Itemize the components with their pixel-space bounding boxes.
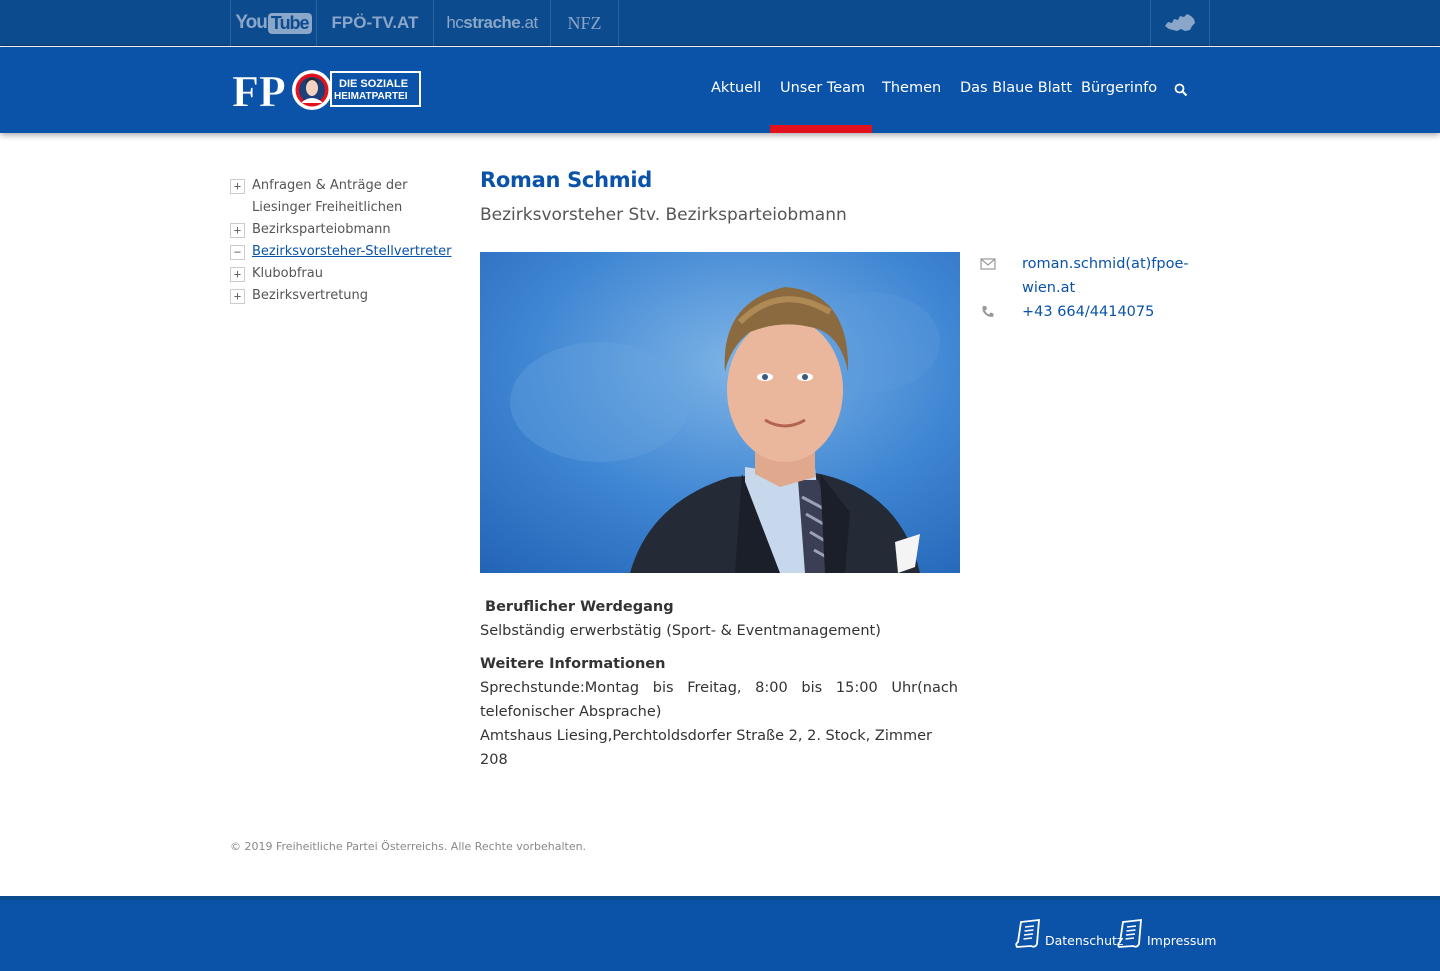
info-heading: Weitere Informationen	[480, 656, 666, 672]
document-icon	[1117, 918, 1142, 948]
main-nav: Aktuell Unser Team Themen Das Blaue Blat…	[0, 47, 1440, 133]
sidebar-item-bezirksvertretung[interactable]: + Bezirksvertretung	[230, 285, 460, 307]
sidebar-nav: + Anfragen & Anträge der Liesinger Freih…	[230, 175, 460, 307]
top-bar-inner: You Tube FPÖ-TV.AT hc strache .at NFZ	[230, 0, 1210, 46]
portrait-image	[480, 252, 960, 573]
nav-buergerinfo[interactable]: Bürgerinfo	[1081, 80, 1157, 96]
footer-link-impressum[interactable]: Impressum	[1115, 918, 1216, 950]
phone-icon	[982, 306, 994, 317]
search-icon[interactable]	[1174, 83, 1188, 97]
sidebar-item-label[interactable]: Anfragen & Anträge der Liesinger Freihei…	[252, 178, 407, 215]
email-row: roman.schmid(at)fpoe-wien.at	[980, 252, 1210, 300]
phone-link[interactable]: +43 664/4414075	[1022, 304, 1154, 320]
sidebar-item-label[interactable]: Bezirksvorsteher-Stellvertreter	[252, 244, 452, 259]
nav-aktuell[interactable]: Aktuell	[711, 80, 761, 96]
austria-map-link[interactable]	[1150, 0, 1210, 46]
profile-photo	[480, 252, 960, 573]
nav-das-blaue-blatt[interactable]: Das Blaue Blatt	[960, 80, 1072, 96]
email-line-1[interactable]: roman.schmid(at)fpoe-	[1022, 256, 1189, 272]
office-hours: Sprechstunde:Montag bis Freitag, 8:00 bi…	[480, 680, 958, 720]
email-link[interactable]: roman.schmid(at)fpoe-wien.at	[1022, 256, 1189, 296]
austria-map-icon	[1165, 14, 1195, 31]
profile-bio: Beruflicher Werdegang Selbständig erwerb…	[480, 595, 958, 772]
profile-name: Roman Schmid	[480, 168, 652, 192]
profile-content: Roman Schmid Bezirksvorsteher Stv. Bezir…	[480, 168, 1210, 768]
sidebar-item-bezirksvorsteher-stellvertreter[interactable]: − Bezirksvorsteher-Stellvertreter	[230, 241, 460, 263]
copyright-text: © 2019 Freiheitliche Partei Österreichs.…	[230, 840, 587, 853]
contact-box: roman.schmid(at)fpoe-wien.at +43 664/441…	[980, 252, 1210, 324]
main-header: FP DIE SOZIALE HEIMATPARTEI Aktuell Unse…	[0, 47, 1440, 133]
expand-icon[interactable]: +	[230, 267, 245, 282]
sidebar-item-klubobfrau[interactable]: + Klubobfrau	[230, 263, 460, 285]
footer: Datenschutz Impressum	[0, 896, 1440, 971]
office-address: Amtshaus Liesing,Perchtoldsdorfer Straße…	[480, 728, 932, 768]
footer-link-datenschutz[interactable]: Datenschutz	[1013, 918, 1124, 950]
footer-link-label[interactable]: Impressum	[1147, 933, 1216, 948]
sidebar-item-bezirksparteiobmann[interactable]: + Bezirksparteiobmann	[230, 219, 460, 241]
email-line-2[interactable]: wien.at	[1022, 280, 1075, 296]
envelope-icon	[980, 258, 996, 270]
active-nav-indicator	[770, 125, 872, 133]
sidebar-item-anfragen[interactable]: + Anfragen & Anträge der Liesinger Freih…	[230, 175, 460, 219]
footer-link-label[interactable]: Datenschutz	[1045, 933, 1124, 948]
career-text: Selbständig erwerbstätig (Sport- & Event…	[480, 623, 881, 639]
hcstrache-link[interactable]: hc strache .at	[433, 0, 550, 46]
sidebar-item-label[interactable]: Bezirksvertretung	[252, 288, 368, 303]
youtube-logo: You	[235, 12, 268, 33]
sidebar-item-label[interactable]: Klubobfrau	[252, 266, 323, 281]
expand-icon[interactable]: +	[230, 289, 245, 304]
profile-subtitle: Bezirksvorsteher Stv. Bezirksparteiobman…	[480, 205, 847, 225]
youtube-link[interactable]: You Tube	[230, 0, 316, 46]
expand-icon[interactable]: +	[230, 179, 245, 194]
top-bar: You Tube FPÖ-TV.AT hc strache .at NFZ	[0, 0, 1440, 46]
career-heading: Beruflicher Werdegang	[480, 599, 674, 615]
document-icon	[1015, 918, 1040, 948]
expand-icon[interactable]: +	[230, 223, 245, 238]
phone-row: +43 664/4414075	[980, 300, 1210, 324]
nav-themen[interactable]: Themen	[882, 80, 941, 96]
fpoe-tv-link[interactable]: FPÖ-TV.AT	[316, 0, 433, 46]
collapse-icon[interactable]: −	[230, 245, 245, 260]
nfz-link[interactable]: NFZ	[550, 0, 619, 46]
youtube-logo-tube: Tube	[267, 12, 312, 34]
sidebar-item-label[interactable]: Bezirksparteiobmann	[252, 222, 391, 237]
nav-unser-team[interactable]: Unser Team	[780, 80, 865, 96]
